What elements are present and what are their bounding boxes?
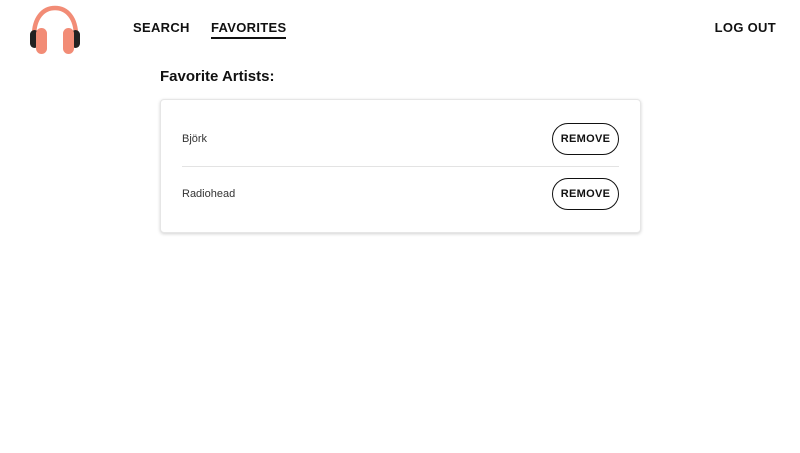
headphones-logo-graphic (30, 5, 80, 54)
logout-link[interactable]: LOG OUT (715, 20, 776, 37)
artist-name: Björk (182, 133, 208, 145)
nav-search-link[interactable]: SEARCH (133, 20, 190, 37)
list-item: Radiohead REMOVE (182, 166, 619, 220)
right-cup (63, 28, 74, 54)
favorites-section: Favorite Artists: Björk REMOVE Radiohead… (160, 68, 641, 233)
nav-favorites-link[interactable]: FAVORITES (211, 20, 287, 39)
list-item: Björk REMOVE (182, 112, 619, 166)
page-title: Favorite Artists: (160, 68, 275, 85)
artist-name: Radiohead (182, 187, 236, 200)
remove-button[interactable]: REMOVE (552, 123, 619, 155)
favorite-artists-card: Björk REMOVE Radiohead REMOVE (160, 99, 641, 233)
remove-button[interactable]: REMOVE (552, 177, 619, 210)
left-cup (36, 28, 47, 54)
headphones-icon[interactable] (28, 4, 82, 56)
top-navigation-bar: SEARCH FAVORITES LOG OUT (0, 0, 800, 60)
